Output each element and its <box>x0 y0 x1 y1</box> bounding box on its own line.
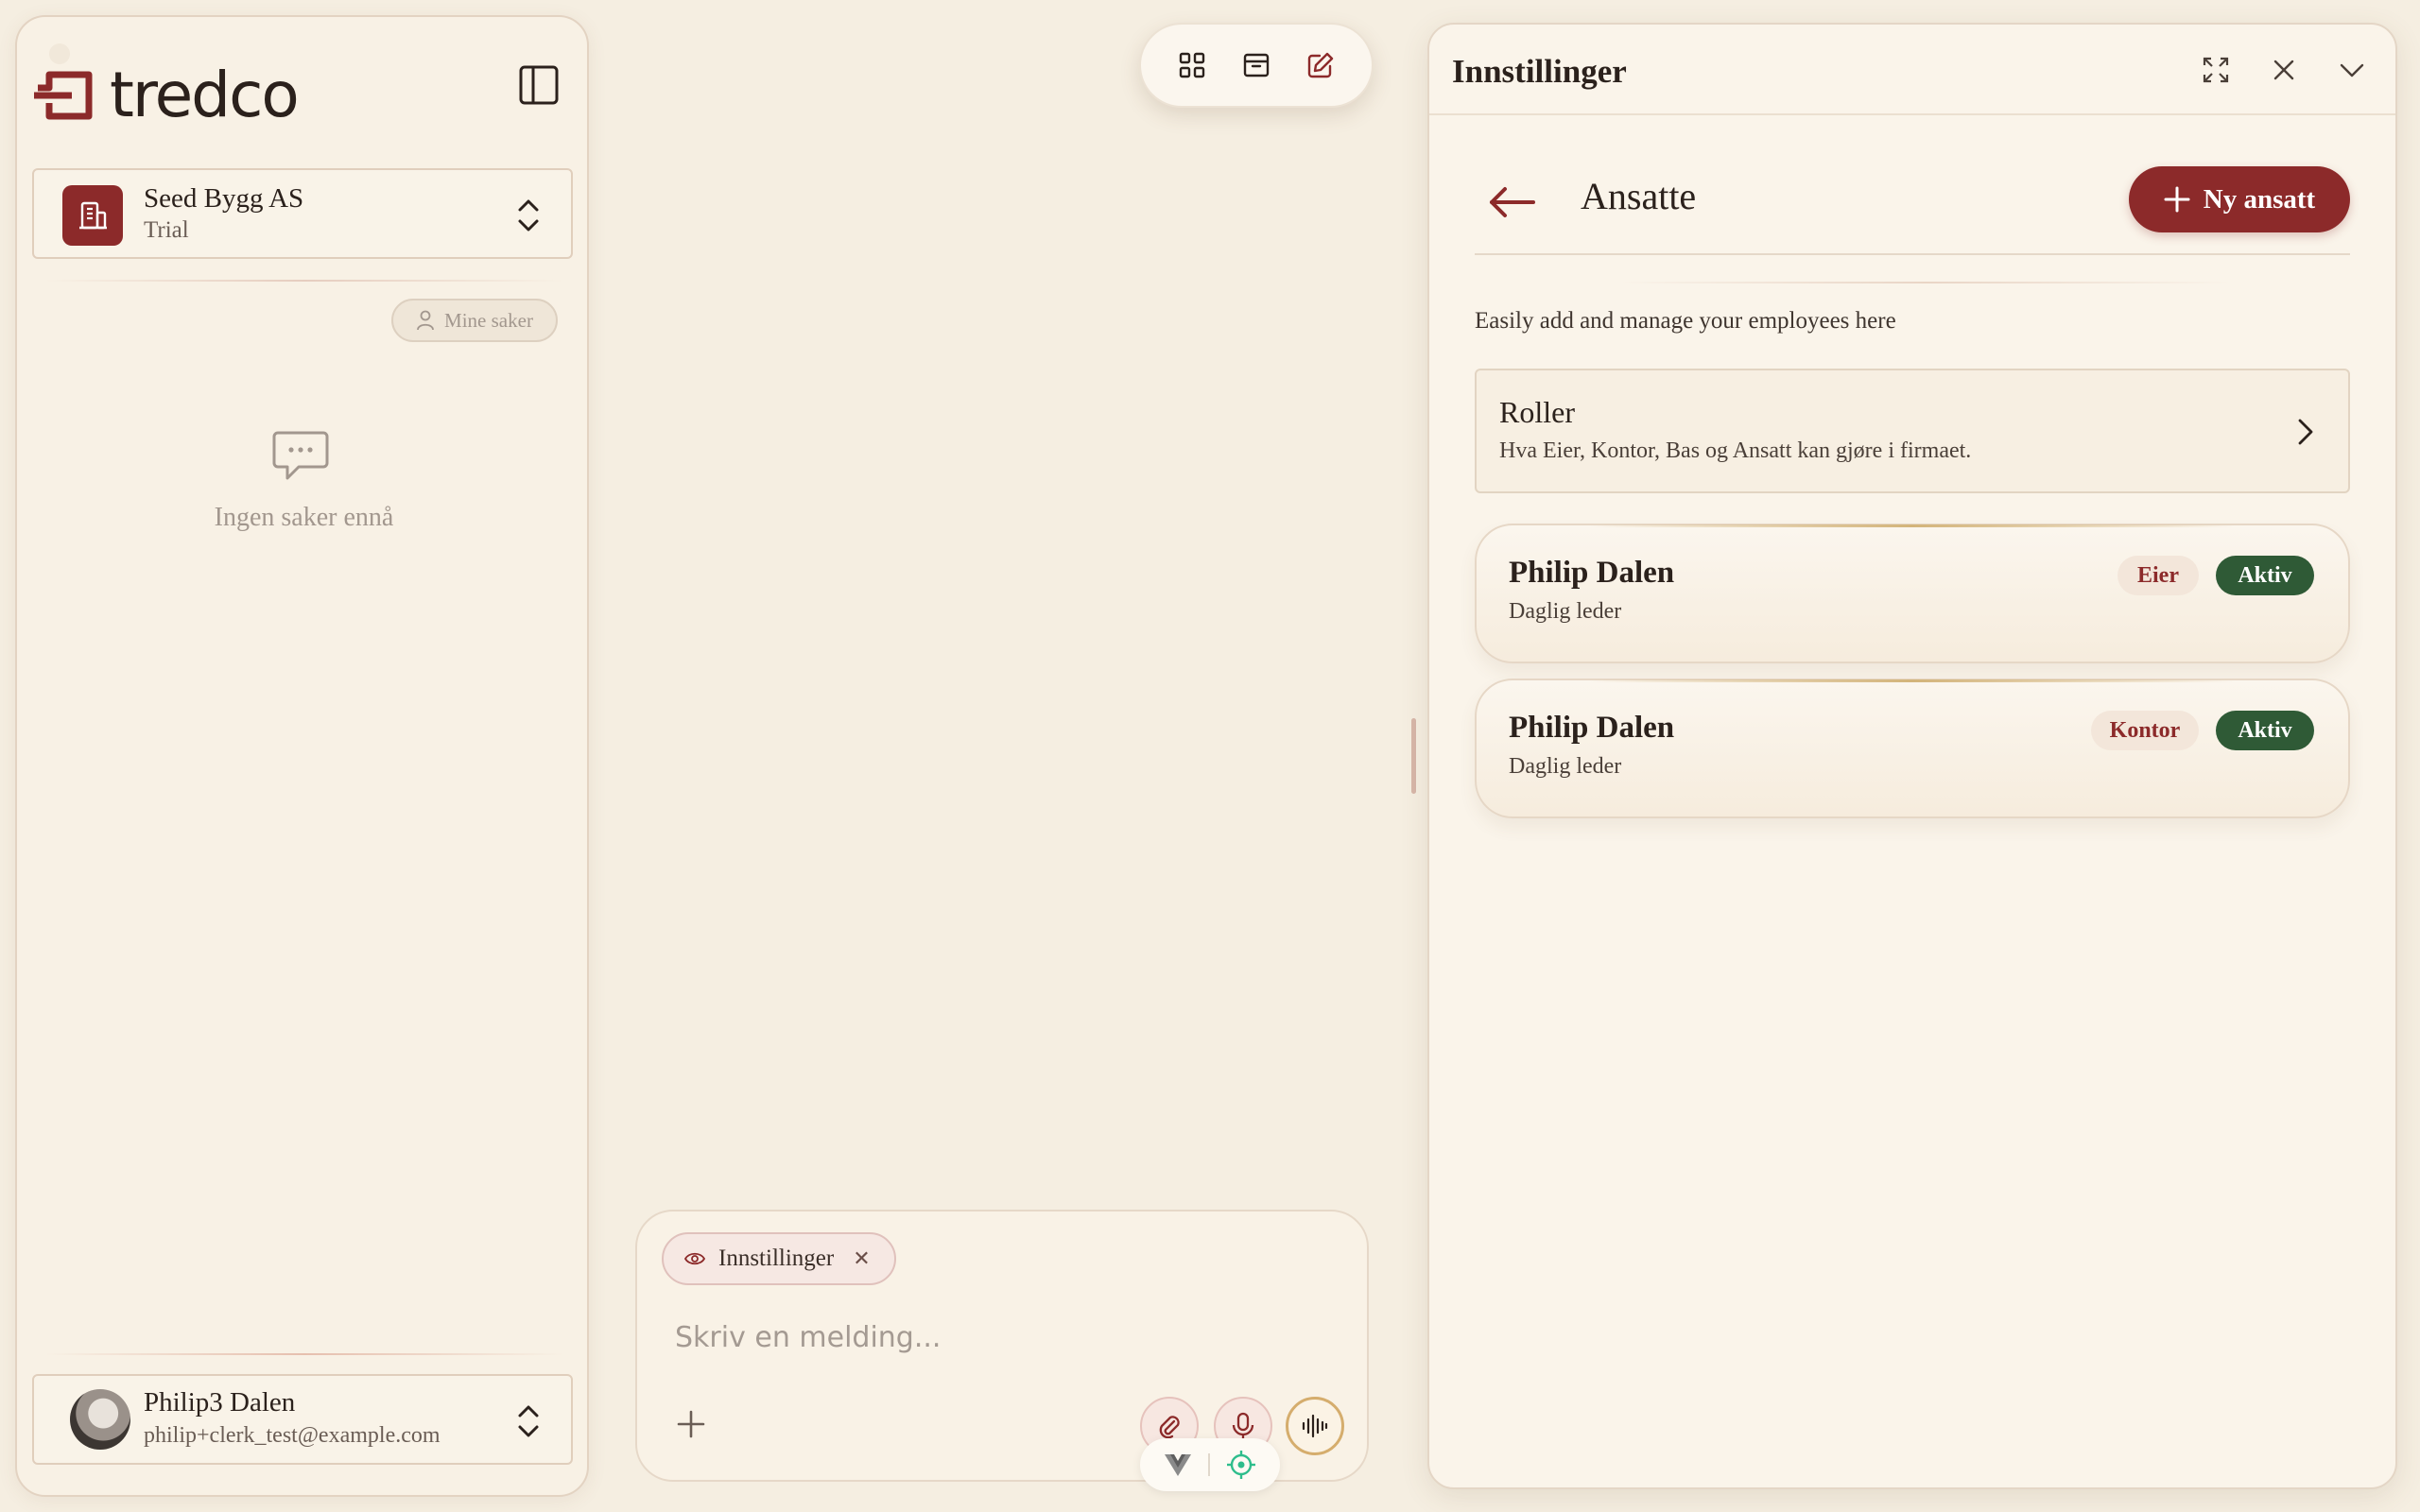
settings-panel: Innstillinger Ansatte Ny ansatt Easily a… <box>1427 23 2397 1489</box>
chevron-updown-icon <box>518 199 539 232</box>
inbox-button[interactable] <box>1237 46 1275 84</box>
panel-resize-handle[interactable] <box>1411 718 1416 794</box>
brand-logo[interactable]: tredco <box>34 59 300 131</box>
context-chip-label: Innstillinger <box>718 1246 835 1271</box>
message-input[interactable] <box>675 1314 1318 1361</box>
plus-icon[interactable] <box>675 1408 707 1440</box>
vue-icon[interactable] <box>1164 1452 1192 1477</box>
arrow-left-icon[interactable] <box>1488 183 1537 221</box>
roles-card[interactable]: Roller Hva Eier, Kontor, Bas og Ansatt k… <box>1475 369 2350 493</box>
eye-icon <box>684 1252 705 1265</box>
user-icon <box>417 310 434 331</box>
expand-icon[interactable] <box>2201 55 2231 85</box>
tredco-logo-icon <box>34 71 93 119</box>
role-badge: Eier <box>2118 556 2199 595</box>
roles-description: Hva Eier, Kontor, Bas og Ansatt kan gjør… <box>1499 438 1972 463</box>
sidebar-bottom-divider <box>45 1353 563 1355</box>
role-badge: Kontor <box>2091 711 2199 750</box>
user-switcher[interactable]: Philip3 Dalen philip+clerk_test@example.… <box>32 1374 573 1465</box>
company-name: Seed Bygg AS <box>144 183 304 214</box>
brand-name: tredco <box>110 59 300 131</box>
company-switcher[interactable]: Seed Bygg AS Trial <box>32 168 573 259</box>
microphone-icon <box>1232 1412 1254 1438</box>
grid-view-button[interactable] <box>1173 46 1211 84</box>
sidebar: tredco Seed Bygg AS Trial Mine saker Ing… <box>15 15 589 1497</box>
chevron-updown-icon <box>518 1405 539 1437</box>
new-chat-button[interactable] <box>1302 46 1340 84</box>
employee-title: Daglig leder <box>1509 599 1622 624</box>
edit-icon <box>1307 52 1334 78</box>
sidebar-toggle-button[interactable] <box>518 64 560 106</box>
paperclip-icon <box>1159 1416 1180 1439</box>
building-icon <box>79 201 107 230</box>
devtools-separator <box>1207 1453 1210 1476</box>
employee-card[interactable]: Philip Dalen Daglig leder Kontor Aktiv <box>1475 679 2350 818</box>
panel-title: Innstillinger <box>1452 53 1627 90</box>
mine-saker-filter[interactable]: Mine saker <box>391 299 558 342</box>
close-icon[interactable] <box>2269 55 2299 85</box>
target-icon[interactable] <box>1226 1450 1256 1480</box>
grid-icon <box>1179 52 1205 78</box>
sidebar-toggle-icon <box>519 65 559 105</box>
inbox-icon <box>1243 53 1270 77</box>
status-badge: Aktiv <box>2216 711 2314 750</box>
avatar <box>70 1389 130 1450</box>
employee-name: Philip Dalen <box>1509 711 1675 745</box>
panel-header: Innstillinger <box>1429 25 2395 115</box>
chat-bubble-icon <box>272 431 329 480</box>
new-employee-label: Ny ansatt <box>2203 183 2316 215</box>
status-badge: Aktiv <box>2216 556 2314 595</box>
empty-state-text: Ingen saker ennå <box>214 503 394 532</box>
close-icon[interactable]: ✕ <box>853 1247 870 1271</box>
devtools-bar <box>1140 1438 1280 1491</box>
context-chip[interactable]: Innstillinger ✕ <box>662 1232 896 1285</box>
section-divider-accent <box>1618 282 2233 284</box>
chevron-right-icon <box>2298 419 2313 445</box>
roles-title: Roller <box>1499 395 1575 429</box>
company-plan: Trial <box>144 217 189 243</box>
top-toolbar <box>1139 23 1374 108</box>
section-intro: Easily add and manage your employees her… <box>1475 308 1896 334</box>
mine-saker-label: Mine saker <box>444 308 533 332</box>
employee-name: Philip Dalen <box>1509 556 1675 590</box>
user-email: philip+clerk_test@example.com <box>144 1423 441 1448</box>
employee-card[interactable]: Philip Dalen Daglig leder Eier Aktiv <box>1475 524 2350 663</box>
voice-mode-button[interactable] <box>1286 1397 1344 1455</box>
section-divider <box>1475 253 2350 255</box>
company-avatar <box>62 185 123 246</box>
sidebar-divider <box>45 280 563 282</box>
employee-title: Daglig leder <box>1509 754 1622 779</box>
plus-icon <box>2164 186 2190 213</box>
chevron-down-icon[interactable] <box>2337 55 2367 85</box>
section-title: Ansatte <box>1581 175 1697 217</box>
new-employee-button[interactable]: Ny ansatt <box>2129 166 2350 232</box>
waveform-icon <box>1302 1414 1328 1438</box>
user-name: Philip3 Dalen <box>144 1387 296 1418</box>
